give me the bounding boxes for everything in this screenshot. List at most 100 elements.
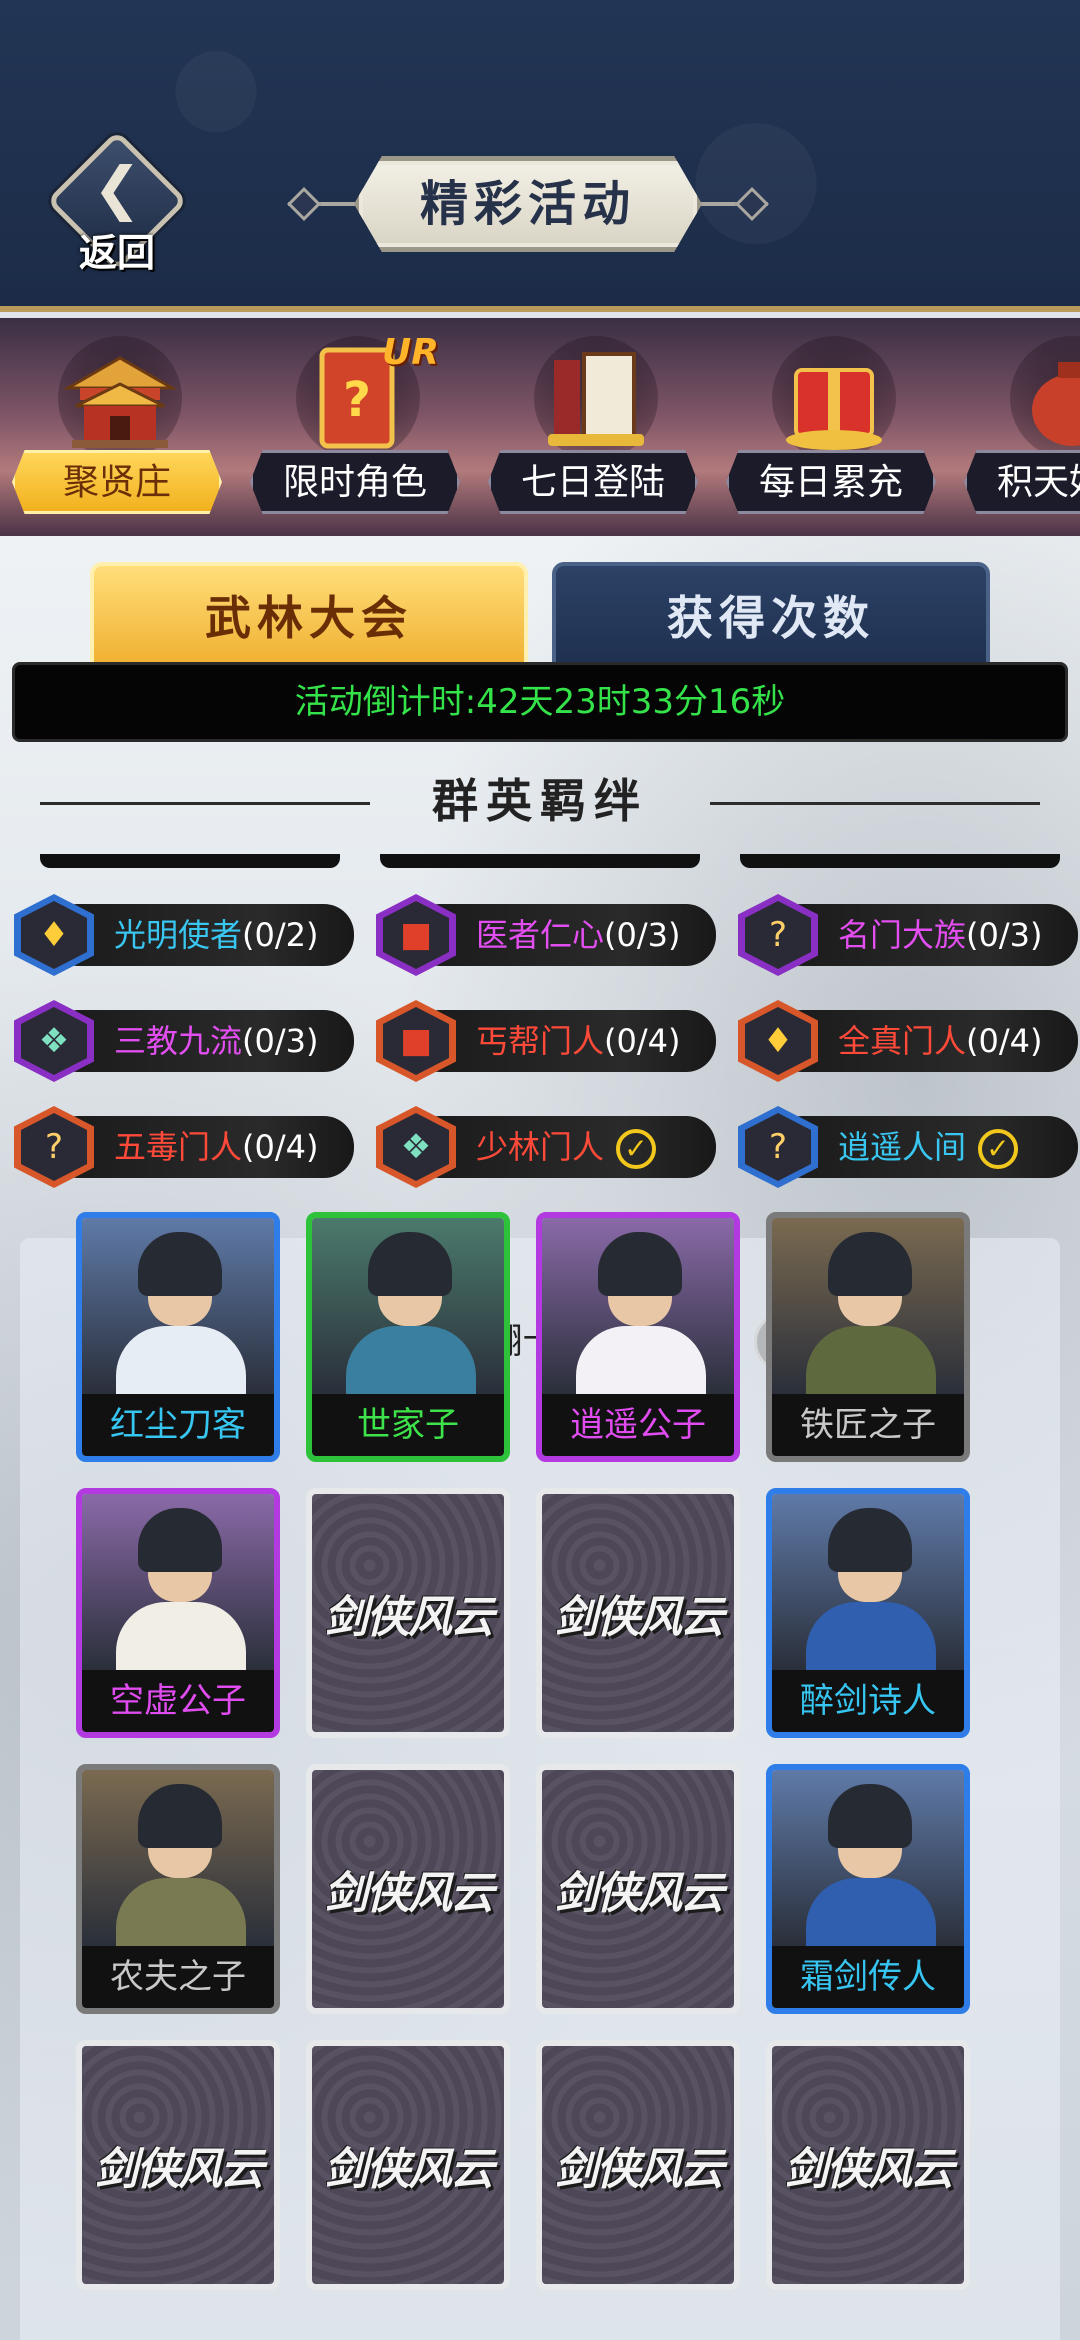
red-chest-icon: ■ — [399, 1021, 433, 1061]
flip-card-panel: 剩余翻卡次数:0 ? 红尘刀客世家子逍遥公子铁匠之子空虚公子剑侠风云剑侠风云醉剑… — [20, 1212, 1060, 2340]
bond-row-partial — [380, 854, 700, 868]
card-back-logo: 剑侠风云 — [554, 1868, 724, 1919]
activity-tab-seven-day-login[interactable]: 七日登陆 — [484, 318, 704, 536]
hero-name: 醉剑诗人 — [772, 1670, 964, 1732]
hero-name: 铁匠之子 — [772, 1394, 964, 1456]
hero-hair — [138, 1508, 222, 1572]
bond-item[interactable]: ❖ 少林门人 ✓ — [376, 1106, 718, 1188]
hero-portrait — [772, 1218, 964, 1406]
top-header: ❮ 返回 精彩活动 — [0, 0, 1080, 312]
card-facedown[interactable]: 剑侠风云 — [536, 1764, 740, 2014]
card-back-logo: 剑侠风云 — [324, 2144, 494, 2195]
card-back-logo: 剑侠风云 — [94, 2144, 264, 2195]
bond-row-partial — [40, 854, 340, 868]
page-title-banner: 精彩活动 — [287, 150, 769, 260]
jade-gem-icon: ❖ — [400, 1127, 432, 1167]
hero-name: 农夫之子 — [82, 1946, 274, 2008]
activity-tab-juxianzhuang[interactable]: 聚贤庄 — [8, 318, 228, 536]
bond-count: (0/4) — [604, 1022, 681, 1060]
scroll-book-icon — [534, 336, 658, 460]
back-button[interactable]: ❮ 返回 — [46, 130, 188, 275]
tab-obtain-count[interactable]: 获得次数 — [552, 562, 990, 670]
card-facedown[interactable]: 剑侠风云 — [306, 1488, 510, 1738]
bond-name: 医者仁心 — [476, 916, 605, 954]
activity-tab-label: 积天好礼 — [964, 450, 1080, 514]
bond-count: (0/3) — [242, 1022, 319, 1060]
hero-card[interactable]: 铁匠之子 — [766, 1212, 970, 1462]
divider — [710, 802, 1040, 805]
bond-name: 少林门人 — [476, 1128, 605, 1166]
bond-label: 少林门人 ✓ — [476, 1116, 657, 1178]
bond-label: 全真门人(0/4) — [838, 1010, 1042, 1072]
bond-item[interactable]: ■ 医者仁心(0/3) — [376, 894, 718, 976]
activity-tab-label: 每日累充 — [726, 450, 936, 514]
bond-count: (0/2) — [242, 916, 319, 954]
bond-item[interactable]: ♦ 光明使者(0/2) — [14, 894, 356, 976]
bond-name: 名门大族 — [838, 916, 967, 954]
card-facedown[interactable]: 剑侠风云 — [76, 2040, 280, 2290]
bond-name: 全真门人 — [838, 1022, 967, 1060]
activity-tab-daily-recharge[interactable]: 每日累充 — [722, 318, 942, 536]
back-label: 返回 — [78, 230, 155, 275]
hero-card[interactable]: 霜剑传人 — [766, 1764, 970, 2014]
hero-portrait — [82, 1494, 274, 1682]
hero-name: 红尘刀客 — [82, 1394, 274, 1456]
card-back-logo: 剑侠风云 — [784, 2144, 954, 2195]
bond-count: (0/4) — [242, 1128, 319, 1166]
mystery-scroll-icon: ? — [768, 915, 788, 955]
bond-name: 光明使者 — [114, 916, 243, 954]
hero-card[interactable]: 红尘刀客 — [76, 1212, 280, 1462]
hero-card[interactable]: 世家子 — [306, 1212, 510, 1462]
card-facedown[interactable]: 剑侠风云 — [536, 1488, 740, 1738]
hero-card[interactable]: 醉剑诗人 — [766, 1488, 970, 1738]
activity-tab-limited-role[interactable]: ? UR 限时角色 — [246, 318, 466, 536]
hero-hair — [598, 1232, 682, 1296]
hero-hair — [828, 1784, 912, 1848]
hero-card[interactable]: 空虚公子 — [76, 1488, 280, 1738]
bond-item[interactable]: ■ 丐帮门人(0/4) — [376, 1000, 718, 1082]
bond-label: 逍遥人间 ✓ — [838, 1116, 1019, 1178]
bond-item[interactable]: ♦ 全真门人(0/4) — [738, 1000, 1080, 1082]
svg-text:?: ? — [343, 372, 371, 428]
hero-hair — [828, 1508, 912, 1572]
bond-row-partial — [740, 854, 1060, 868]
card-back-logo: 剑侠风云 — [324, 1868, 494, 1919]
jade-gem-icon: ❖ — [38, 1021, 70, 1061]
bond-count: (0/3) — [604, 916, 681, 954]
title-left-knob — [287, 187, 321, 221]
treasure-chest-icon — [772, 336, 896, 460]
activity-tab-accumulate-gift[interactable]: 积天好礼 — [960, 318, 1080, 536]
bond-item[interactable]: ? 名门大族(0/3) — [738, 894, 1080, 976]
hero-hair — [138, 1784, 222, 1848]
bond-item[interactable]: ❖ 三教九流(0/3) — [14, 1000, 356, 1082]
divider — [40, 802, 370, 805]
bond-label: 五毒门人(0/4) — [114, 1116, 318, 1178]
hero-portrait — [312, 1218, 504, 1406]
card-facedown[interactable]: 剑侠风云 — [306, 1764, 510, 2014]
bond-label: 三教九流(0/3) — [114, 1010, 318, 1072]
hero-name: 逍遥公子 — [542, 1394, 734, 1456]
card-back-logo: 剑侠风云 — [324, 1592, 494, 1643]
hero-portrait — [772, 1494, 964, 1682]
hero-name: 世家子 — [312, 1394, 504, 1456]
bond-label: 丐帮门人(0/4) — [476, 1010, 680, 1072]
tab-wulin-conference[interactable]: 武林大会 — [90, 562, 528, 670]
hero-hair — [368, 1232, 452, 1296]
hero-card[interactable]: 逍遥公子 — [536, 1212, 740, 1462]
hero-portrait — [772, 1770, 964, 1958]
flame-gem-icon: ♦ — [762, 1021, 794, 1061]
bond-name: 五毒门人 — [114, 1128, 243, 1166]
flame-gem-icon: ♦ — [38, 915, 70, 955]
hero-portrait — [82, 1218, 274, 1406]
check-icon: ✓ — [616, 1129, 657, 1169]
bond-label: 医者仁心(0/3) — [476, 904, 680, 966]
check-icon: ✓ — [978, 1129, 1019, 1169]
hero-card[interactable]: 农夫之子 — [76, 1764, 280, 2014]
card-facedown[interactable]: 剑侠风云 — [536, 2040, 740, 2290]
bond-item[interactable]: ? 五毒门人(0/4) — [14, 1106, 356, 1188]
bond-count: (0/4) — [966, 1022, 1043, 1060]
bond-section-header: 群英羁绊 — [0, 766, 1080, 836]
card-facedown[interactable]: 剑侠风云 — [306, 2040, 510, 2290]
card-facedown[interactable]: 剑侠风云 — [766, 2040, 970, 2290]
bond-item[interactable]: ? 逍遥人间 ✓ — [738, 1106, 1080, 1188]
